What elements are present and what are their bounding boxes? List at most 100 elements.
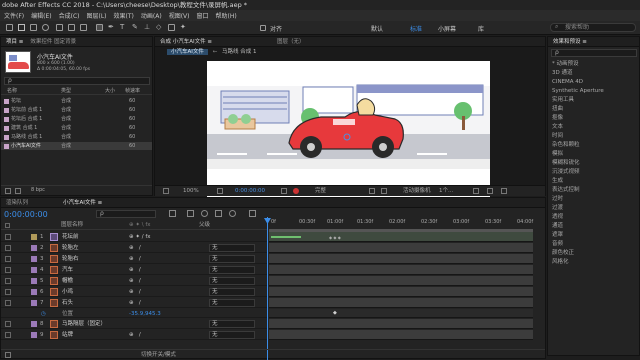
flowchart-icon[interactable] xyxy=(501,188,507,194)
label-color-icon[interactable] xyxy=(31,321,37,327)
col-layer-name[interactable]: 图层名称 xyxy=(61,221,83,230)
align-checkbox[interactable] xyxy=(260,25,266,31)
layer-duration-bar[interactable] xyxy=(269,330,533,340)
effects-category[interactable]: 模糊和锐化 xyxy=(548,159,580,168)
video-visibility-icon[interactable] xyxy=(5,256,11,262)
parent-dropdown[interactable]: 无 xyxy=(209,320,255,328)
layer-name[interactable]: 花坛前 xyxy=(62,232,79,242)
list-item[interactable]: 花坛前 合成 1 合成 60 xyxy=(1,106,152,114)
hand-tool-icon[interactable] xyxy=(30,24,37,31)
parent-dropdown[interactable]: 无 xyxy=(209,277,255,285)
timeline-toggle-icon[interactable] xyxy=(487,188,493,194)
effects-category[interactable]: 扭曲 xyxy=(548,105,563,114)
table-row[interactable]: 8 马路隔层（固定） 无 xyxy=(1,319,267,329)
workspace-default[interactable]: 默认 xyxy=(371,24,383,33)
col-type[interactable]: 类型 xyxy=(61,87,71,95)
menu-edit[interactable]: 编辑(E) xyxy=(31,11,51,20)
puppet-tool-icon[interactable]: ✦ xyxy=(180,24,187,31)
new-folder-icon[interactable] xyxy=(15,188,21,194)
graph-editor-icon[interactable] xyxy=(249,210,256,217)
keyframe-track[interactable]: ◆ xyxy=(269,309,533,318)
effects-category[interactable]: 实用工具 xyxy=(548,96,574,105)
tab-effect-controls[interactable]: 效果控件 固定背景 xyxy=(30,39,76,45)
layer-duration-bar[interactable] xyxy=(269,287,533,297)
stamp-tool-icon[interactable]: ⊥ xyxy=(144,24,151,31)
effects-category[interactable]: 时间 xyxy=(548,132,563,141)
frame-blending-icon[interactable] xyxy=(215,210,222,217)
label-color-icon[interactable] xyxy=(31,234,37,240)
effects-category[interactable]: 模拟 xyxy=(548,150,563,159)
parent-dropdown[interactable]: 无 xyxy=(209,288,255,296)
video-visibility-icon[interactable] xyxy=(5,289,11,295)
effects-category[interactable]: 风格化 xyxy=(548,258,569,267)
layer-duration-bar[interactable] xyxy=(269,319,533,329)
property-row-position[interactable]: ◷ 位置 -35.9,945.3 xyxy=(1,309,267,318)
rectangle-tool-icon[interactable] xyxy=(96,24,103,31)
layer-duration-bar[interactable] xyxy=(269,265,533,275)
list-item[interactable]: 花坛 合成 60 xyxy=(1,97,152,105)
video-visibility-icon[interactable] xyxy=(5,267,11,273)
label-color-icon[interactable] xyxy=(31,300,37,306)
effects-category[interactable]: 过渡 xyxy=(548,204,563,213)
workspace-libraries[interactable]: 库 xyxy=(478,24,484,33)
snapshot-icon[interactable] xyxy=(281,188,287,194)
layer-name[interactable]: 小鸡 xyxy=(62,287,73,297)
camera-tool-icon[interactable] xyxy=(68,24,75,31)
effects-category[interactable]: 生成 xyxy=(548,177,563,186)
project-search-input[interactable]: ρ xyxy=(4,77,150,85)
layer-switches[interactable]: ⊕ / xyxy=(129,298,141,308)
table-row[interactable]: 1 花坛前 ⊕ ✦ / fx xyxy=(1,232,267,242)
show-channel-icon[interactable] xyxy=(293,188,299,194)
layer-name[interactable]: 石头 xyxy=(62,298,73,308)
parent-dropdown[interactable]: 无 xyxy=(209,266,255,274)
transparency-grid-icon[interactable] xyxy=(381,188,387,194)
layer-duration-bar[interactable] xyxy=(269,298,533,308)
layer-switches[interactable]: ⊕ / xyxy=(129,243,141,253)
interpret-footage-icon[interactable] xyxy=(5,188,11,194)
effects-category[interactable]: 3D 通道 xyxy=(548,69,572,78)
pen-tool-icon[interactable]: ✒ xyxy=(108,24,115,31)
draft-3d-icon[interactable] xyxy=(187,210,194,217)
col-parent[interactable]: 父级 xyxy=(199,221,210,230)
table-row[interactable]: 9 站牌 ⊕ / 无 xyxy=(1,330,267,340)
video-visibility-icon[interactable] xyxy=(5,300,11,306)
effects-category[interactable]: 遮罩 xyxy=(548,231,563,240)
menu-effect[interactable]: 效果(T) xyxy=(114,11,134,20)
label-color-icon[interactable] xyxy=(31,256,37,262)
stopwatch-icon[interactable]: ◷ xyxy=(41,309,46,319)
fast-preview-icon[interactable] xyxy=(473,188,479,194)
label-color-icon[interactable] xyxy=(31,267,37,273)
table-row[interactable]: 7 石头 ⊕ / 无 xyxy=(1,298,267,308)
workspace-small-screen[interactable]: 小屏幕 xyxy=(438,24,456,33)
breadcrumb-item[interactable]: 马路线 合成 1 xyxy=(222,49,257,55)
resolution-dropdown[interactable]: 完整 xyxy=(315,186,326,196)
layer-switches[interactable]: ⊕ / xyxy=(129,254,141,264)
current-time-display[interactable]: 0:00:00:00 xyxy=(235,186,265,196)
video-visibility-icon[interactable] xyxy=(5,321,11,327)
parent-dropdown[interactable]: 无 xyxy=(209,331,255,339)
label-color-icon[interactable] xyxy=(31,332,37,338)
layer-name[interactable]: 轮胎左 xyxy=(62,243,79,253)
list-item[interactable]: 马路线 合成 1 合成 60 xyxy=(1,133,152,141)
parent-dropdown[interactable]: 无 xyxy=(209,244,255,252)
motion-blur-icon[interactable] xyxy=(229,210,236,217)
effects-category[interactable]: 抠像 xyxy=(548,114,563,123)
table-row[interactable]: 6 小鸡 ⊕ / 无 xyxy=(1,287,267,297)
effects-category[interactable]: CINEMA 4D xyxy=(548,78,583,87)
home-icon[interactable] xyxy=(6,24,13,31)
video-visibility-icon[interactable] xyxy=(5,234,11,240)
label-color-icon[interactable] xyxy=(31,245,37,251)
layer-name[interactable]: 汽车 xyxy=(62,265,73,275)
tab-project[interactable]: 项目 ≡ xyxy=(6,39,23,45)
table-row[interactable]: 4 汽车 ⊕ / 无 xyxy=(1,265,267,275)
effects-panel-tab[interactable]: 效果和预设 ≡ xyxy=(548,37,639,47)
effects-category[interactable]: 过时 xyxy=(548,195,563,204)
parent-dropdown[interactable]: 无 xyxy=(209,255,255,263)
zoom-dropdown[interactable]: 100% xyxy=(183,186,199,196)
layer-name[interactable]: 轮胎右 xyxy=(62,254,79,264)
breadcrumb-item[interactable]: 小汽车AI文件 xyxy=(167,49,208,55)
col-rate[interactable]: 帧速率 xyxy=(125,87,140,95)
layer-switches[interactable]: ⊕ / xyxy=(129,265,141,275)
layer-name[interactable]: 帽檐 xyxy=(62,276,73,286)
tab-composition[interactable]: 合成 小汽车AI文件 ≡ xyxy=(160,39,212,45)
